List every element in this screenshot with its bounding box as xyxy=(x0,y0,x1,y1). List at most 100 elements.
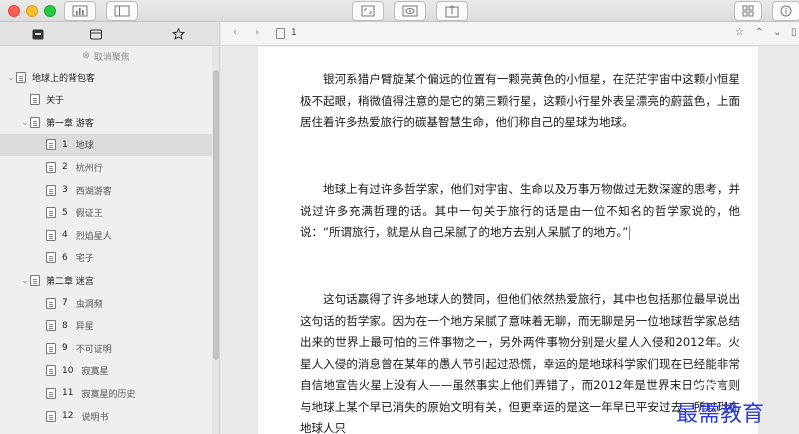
document-icon xyxy=(46,229,56,241)
item-number: 4 xyxy=(62,230,68,241)
item-label: 说明书 xyxy=(81,412,109,423)
preview-button[interactable] xyxy=(394,1,426,21)
item-number: 1 xyxy=(62,139,68,150)
close-window-button[interactable] xyxy=(8,5,20,17)
unfocus-button[interactable]: ⊗ 取消聚焦 xyxy=(0,46,212,66)
binder-item-scene[interactable]: 9 不可证明 xyxy=(0,337,212,359)
binder-item-scene[interactable]: 4 烈焰星人 xyxy=(0,224,212,246)
title-bar xyxy=(0,0,799,22)
paragraph-1[interactable]: 银河系猎户臂旋某个偏远的位置有一颗亮黄色的小恒星，在茫茫宇宙中这颗小恒星极不起眼… xyxy=(300,69,740,134)
sidebar-icon xyxy=(114,5,130,17)
item-number: 8 xyxy=(62,320,68,331)
sidebar-toggle-button[interactable] xyxy=(106,1,138,21)
binder-item-scene[interactable]: 3 西湖游客 xyxy=(0,179,212,201)
item-label: 关于 xyxy=(46,96,65,107)
stats-toolbar-button[interactable] xyxy=(64,1,96,21)
item-label: 地球 xyxy=(75,141,94,152)
minimize-window-button[interactable] xyxy=(26,5,38,17)
binder-tab-icon[interactable] xyxy=(30,26,46,42)
back-arrow-icon[interactable]: ‹ xyxy=(233,27,237,38)
item-number: 3 xyxy=(62,185,68,195)
binder-item-scene[interactable]: 6 宅子 xyxy=(0,247,212,269)
zoom-window-button[interactable] xyxy=(44,5,56,17)
watermark: 最需教育 xyxy=(672,382,796,430)
document-icon xyxy=(46,207,56,219)
item-label: 第一章 游客 xyxy=(46,118,94,129)
item-label: 虫洞频 xyxy=(75,299,103,310)
document-number: 1 xyxy=(291,28,297,38)
item-label: 杭州行 xyxy=(75,163,103,174)
item-label: 宅子 xyxy=(75,254,94,265)
document-icon xyxy=(46,387,56,399)
next-document-icon[interactable]: ⌄ xyxy=(773,27,781,38)
grid-icon xyxy=(742,5,754,17)
forward-arrow-icon[interactable]: › xyxy=(255,27,259,38)
bookmark-star-icon[interactable]: ☆ xyxy=(735,27,744,38)
info-button[interactable] xyxy=(772,1,799,21)
item-label: 不可证明 xyxy=(75,344,112,355)
sidebar-scrollbar-thumb[interactable] xyxy=(213,70,219,360)
unfocus-label: 取消聚焦 xyxy=(93,52,130,63)
paragraph-2-text: 地球上有过许多哲学家，他们对宇宙、生命以及万事万物做过无数深邃的思考，并说过许多… xyxy=(300,182,740,239)
chevron-down-icon[interactable]: ⌄ xyxy=(20,118,30,127)
binder-sidebar: ⊗ 取消聚焦 ⌄ 地球上的背包客关于 ⌄ 第一章 游客 1 地球 2 杭州行 3 西湖游客 5 假证王… xyxy=(0,22,220,434)
binder-item-scene[interactable]: 11 寂寞星的历史 xyxy=(0,382,212,404)
item-number: 10 xyxy=(62,365,74,376)
binder-item-folder[interactable]: 关于 xyxy=(0,89,212,111)
previous-document-icon[interactable]: ⌃ xyxy=(755,27,763,38)
item-label: 西湖游客 xyxy=(75,186,112,197)
binder-item-scene[interactable]: 1 地球 xyxy=(0,133,212,156)
editor-right-margin xyxy=(758,47,799,434)
binder-item-folder[interactable]: ⌄ 第二章 迷宫 xyxy=(0,269,212,291)
item-number: 2 xyxy=(62,162,68,173)
binder-item-scene[interactable]: 10 寂寞星 xyxy=(0,360,212,382)
document-icon xyxy=(276,28,285,39)
collections-tab-icon[interactable] xyxy=(88,26,104,42)
document-icon xyxy=(46,161,56,173)
star-icon xyxy=(171,28,185,40)
chevron-down-icon[interactable]: ⌄ xyxy=(20,276,30,285)
document-icon xyxy=(30,94,40,106)
document-icon xyxy=(46,139,56,151)
editor-header-bar: ‹ › 1 ☆ ⌃ ⌄ ▯ xyxy=(221,22,799,46)
binder-item-folder[interactable]: ⌄ 第一章 游客 xyxy=(0,111,212,133)
item-label: 地球上的背包客 xyxy=(32,73,96,84)
binder-item-scene[interactable]: 5 假证王 xyxy=(0,202,212,224)
document-icon xyxy=(30,116,40,128)
editor-page[interactable]: 银河系猎户臂旋某个偏远的位置有一颗亮黄色的小恒星，在茫茫宇宙中这颗小恒星极不起眼… xyxy=(258,47,758,434)
item-label: 异星 xyxy=(75,322,94,333)
chevron-down-icon[interactable]: ⌄ xyxy=(6,73,16,82)
document-icon xyxy=(46,342,56,354)
binder-item-scene[interactable]: 12 说明书 xyxy=(0,405,212,427)
expand-icon xyxy=(361,5,375,17)
item-number: 11 xyxy=(62,388,74,399)
document-icon xyxy=(46,410,56,422)
item-number: 5 xyxy=(62,207,68,218)
paragraph-2[interactable]: 地球上有过许多哲学家，他们对宇宙、生命以及万事万物做过无数深邃的思考，并说过许多… xyxy=(300,179,740,244)
share-button[interactable] xyxy=(436,1,468,21)
binder-item-scene[interactable]: 8 异星 xyxy=(0,315,212,337)
inbox-icon xyxy=(32,29,44,39)
document-icon xyxy=(46,184,56,196)
document-icon xyxy=(46,297,56,309)
split-editor-icon[interactable]: ▯ xyxy=(791,27,797,38)
binder-item-scene[interactable]: 2 杭州行 xyxy=(0,156,212,178)
tray-icon xyxy=(90,29,102,39)
share-icon xyxy=(445,4,459,17)
item-label: 寂寞星的历史 xyxy=(81,389,136,400)
item-label: 烈焰星人 xyxy=(75,231,112,242)
document-icon xyxy=(46,365,56,377)
item-number: 12 xyxy=(62,411,74,421)
editor-left-margin xyxy=(221,47,258,434)
document-icon xyxy=(46,320,56,332)
text-cursor xyxy=(629,225,631,240)
binder-item-root[interactable]: ⌄ 地球上的背包客 xyxy=(0,66,212,88)
grid-view-button[interactable] xyxy=(734,1,762,21)
eye-icon xyxy=(402,5,418,17)
favorites-tab-icon[interactable] xyxy=(170,26,186,42)
info-icon xyxy=(780,5,792,17)
document-icon xyxy=(30,274,40,286)
binder-item-scene[interactable]: 7 虫洞频 xyxy=(0,292,212,314)
close-icon: ⊗ xyxy=(82,51,90,61)
fullscreen-button[interactable] xyxy=(352,1,384,21)
